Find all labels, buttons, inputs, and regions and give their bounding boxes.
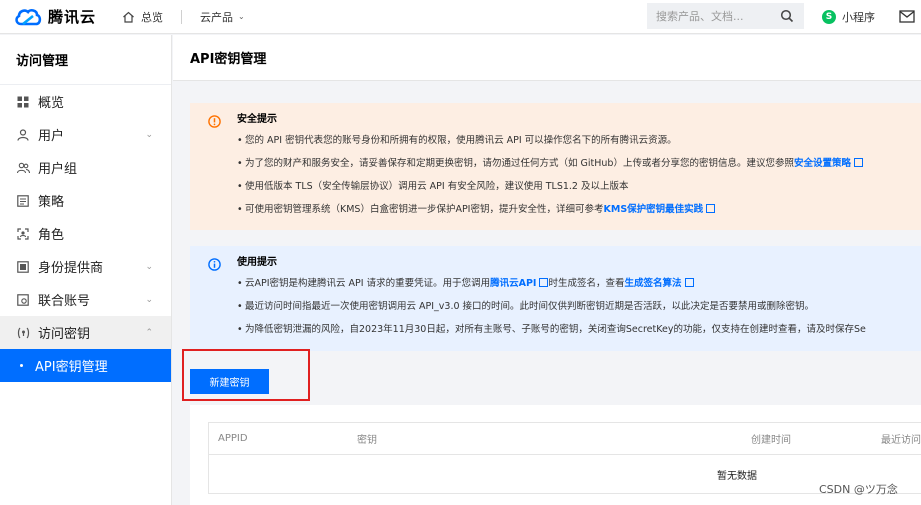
watermark: CSDN @ツ万念: [819, 483, 898, 496]
user-group-icon: [16, 161, 30, 175]
column-header-key: 密钥: [357, 435, 377, 446]
warning-icon: [208, 115, 221, 128]
user-icon: [16, 128, 30, 142]
signature-algorithm-link[interactable]: 生成签名算法: [624, 278, 681, 289]
security-policy-link[interactable]: 安全设置策略: [794, 158, 851, 169]
sidebar-item-label: 概览: [38, 96, 65, 111]
list-item: 使用低版本 TLS（安全传输层协议）调用云 API 有安全风险，建议使用 TLS…: [237, 175, 921, 198]
alert-text: 最近访问时间指最近一次使用密钥调用云 API_v3.0 接口的时间。此时间仅供判…: [245, 301, 815, 312]
sidebar-item-label: 策略: [38, 195, 65, 210]
sidebar-item-api-key-management[interactable]: API密钥管理: [0, 349, 171, 382]
sidebar-item-label: 访问密钥: [38, 327, 91, 342]
alert-text: 使用低版本 TLS（安全传输层协议）调用云 API 有安全风险，建议使用 TLS…: [245, 181, 629, 192]
sidebar-item-federated-accounts[interactable]: 联合账号 ⌄: [0, 283, 171, 316]
chevron-up-icon: ⌃: [145, 327, 153, 338]
overview-label: 总览: [141, 10, 164, 24]
sidebar: 访问管理 概览 用户 ⌄ 用户组 策略 角色 身份提供商 ⌄ 联合账号 ⌄ 访问…: [0, 35, 172, 505]
alert-text: 为降低密钥泄漏的风险，自2023年11月30日起，对所有主账号、子账号的密钥，关…: [245, 324, 866, 335]
sidebar-item-roles[interactable]: 角色: [0, 217, 171, 250]
security-alert-list: 您的 API 密钥代表您的账号身份和所拥有的权限，使用腾讯云 API 可以操作您…: [237, 129, 921, 221]
sidebar-item-identity-providers[interactable]: 身份提供商 ⌄: [0, 250, 171, 283]
alert-text: 时生成签名，查看: [548, 278, 625, 289]
list-item: 可使用密钥管理系统（KMS）白盒密钥进一步保护API密钥，提升安全性，详细可参考…: [237, 198, 921, 221]
cloud-logo-icon: [15, 8, 42, 25]
sidebar-item-access-keys[interactable]: 访问密钥 ⌃: [0, 316, 171, 349]
sidebar-item-user-groups[interactable]: 用户组: [0, 151, 171, 184]
overview-link[interactable]: 总览: [122, 9, 163, 25]
kms-best-practice-link[interactable]: KMS保护密钥最佳实践: [604, 204, 704, 215]
usage-alert-list: 云API密钥是构建腾讯云 API 请求的重要凭证。用于您调用腾讯云API 时生成签…: [237, 272, 921, 341]
brand-name: 腾讯云: [48, 8, 97, 26]
products-menu[interactable]: 云产品 ⌄: [200, 9, 245, 25]
chevron-down-icon: ⌄: [145, 129, 153, 140]
brand-logo[interactable]: 腾讯云: [14, 0, 96, 34]
security-alert-title: 安全提示: [237, 114, 277, 125]
mini-program-link[interactable]: S 小程序: [822, 0, 875, 34]
search-icon[interactable]: [780, 9, 794, 23]
nav-divider: [181, 9, 183, 24]
federated-icon: [16, 293, 30, 307]
create-key-button[interactable]: 新建密钥: [190, 369, 269, 394]
info-icon: [208, 258, 221, 271]
home-icon: [123, 11, 134, 23]
main-content: API密钥管理 安全提示 您的 API 密钥代表您的账号身份和所拥有的权限，使用…: [173, 35, 921, 505]
top-navigation-bar: 腾讯云 总览 云产品 ⌄ 搜索产品、文档... S 小程序: [0, 0, 921, 34]
chevron-down-icon: ⌄: [145, 261, 153, 272]
alert-text: 您的 API 密钥代表您的账号身份和所拥有的权限，使用腾讯云 API 可以操作您…: [245, 135, 677, 146]
empty-text: 暂无数据: [717, 470, 757, 482]
sidebar-item-label: API密钥管理: [35, 360, 108, 375]
sidebar-item-label: 角色: [38, 228, 65, 243]
search-placeholder: 搜索产品、文档...: [656, 10, 744, 23]
grid-icon: [16, 95, 30, 109]
key-icon: [16, 326, 30, 340]
mini-program-icon: S: [822, 10, 836, 24]
usage-alert: 使用提示 云API密钥是构建腾讯云 API 请求的重要凭证。用于您调用腾讯云AP…: [190, 246, 921, 351]
list-item: 云API密钥是构建腾讯云 API 请求的重要凭证。用于您调用腾讯云API 时生成签…: [237, 272, 921, 295]
mail-icon[interactable]: [899, 10, 915, 23]
column-header-last-access: 最近访问: [881, 435, 921, 446]
list-item: 最近访问时间指最近一次使用密钥调用云 API_v3.0 接口的时间。此时间仅供判…: [237, 295, 921, 318]
external-link-icon: [706, 204, 716, 213]
keys-table: APPID 密钥 创建时间 最近访问 暂无数据: [208, 422, 921, 494]
table-header: APPID 密钥 创建时间 最近访问: [209, 423, 921, 455]
sidebar-item-label: 身份提供商: [38, 261, 104, 276]
keys-table-panel: APPID 密钥 创建时间 最近访问 暂无数据: [190, 405, 921, 505]
security-alert: 安全提示 您的 API 密钥代表您的账号身份和所拥有的权限，使用腾讯云 API …: [190, 103, 921, 230]
table-empty-row: 暂无数据: [209, 455, 921, 493]
chevron-down-icon: ⌄: [238, 12, 245, 21]
external-link-icon: [684, 278, 694, 287]
idp-icon: [16, 260, 30, 274]
alert-text: 为了您的财产和服务安全，请妥善保存和定期更换密钥，请勿通过任何方式（如 GitH…: [245, 158, 794, 169]
list-item: 您的 API 密钥代表您的账号身份和所拥有的权限，使用腾讯云 API 可以操作您…: [237, 129, 921, 152]
products-label: 云产品: [200, 10, 234, 24]
active-dot: [20, 364, 23, 367]
tencent-cloud-api-link[interactable]: 腾讯云API: [490, 278, 536, 289]
page-title: API密钥管理: [173, 35, 921, 81]
sidebar-item-label: 联合账号: [38, 294, 91, 309]
chevron-down-icon: ⌄: [145, 294, 153, 305]
list-item: 为了您的财产和服务安全，请妥善保存和定期更换密钥，请勿通过任何方式（如 GitH…: [237, 152, 921, 175]
usage-alert-title: 使用提示: [237, 257, 277, 268]
sidebar-item-users[interactable]: 用户 ⌄: [0, 118, 171, 151]
mini-program-label: 小程序: [842, 11, 875, 24]
column-header-appid: APPID: [218, 433, 248, 444]
sidebar-title: 访问管理: [0, 35, 171, 85]
external-link-icon: [539, 278, 549, 287]
list-item: 为降低密钥泄漏的风险，自2023年11月30日起，对所有主账号、子账号的密钥，关…: [237, 318, 921, 341]
sidebar-item-policies[interactable]: 策略: [0, 184, 171, 217]
sidebar-item-overview[interactable]: 概览: [0, 85, 171, 118]
column-header-created: 创建时间: [751, 435, 791, 446]
policy-icon: [16, 194, 30, 208]
alert-text: 云API密钥是构建腾讯云 API 请求的重要凭证。用于您调用: [245, 278, 491, 289]
sidebar-item-label: 用户: [38, 129, 65, 144]
alert-text: 可使用密钥管理系统（KMS）白盒密钥进一步保护API密钥，提升安全性，详细可参考: [245, 204, 604, 215]
role-icon: [16, 227, 30, 241]
search-input[interactable]: 搜索产品、文档...: [647, 3, 804, 29]
external-link-icon: [853, 158, 863, 167]
sidebar-item-label: 用户组: [38, 162, 78, 177]
